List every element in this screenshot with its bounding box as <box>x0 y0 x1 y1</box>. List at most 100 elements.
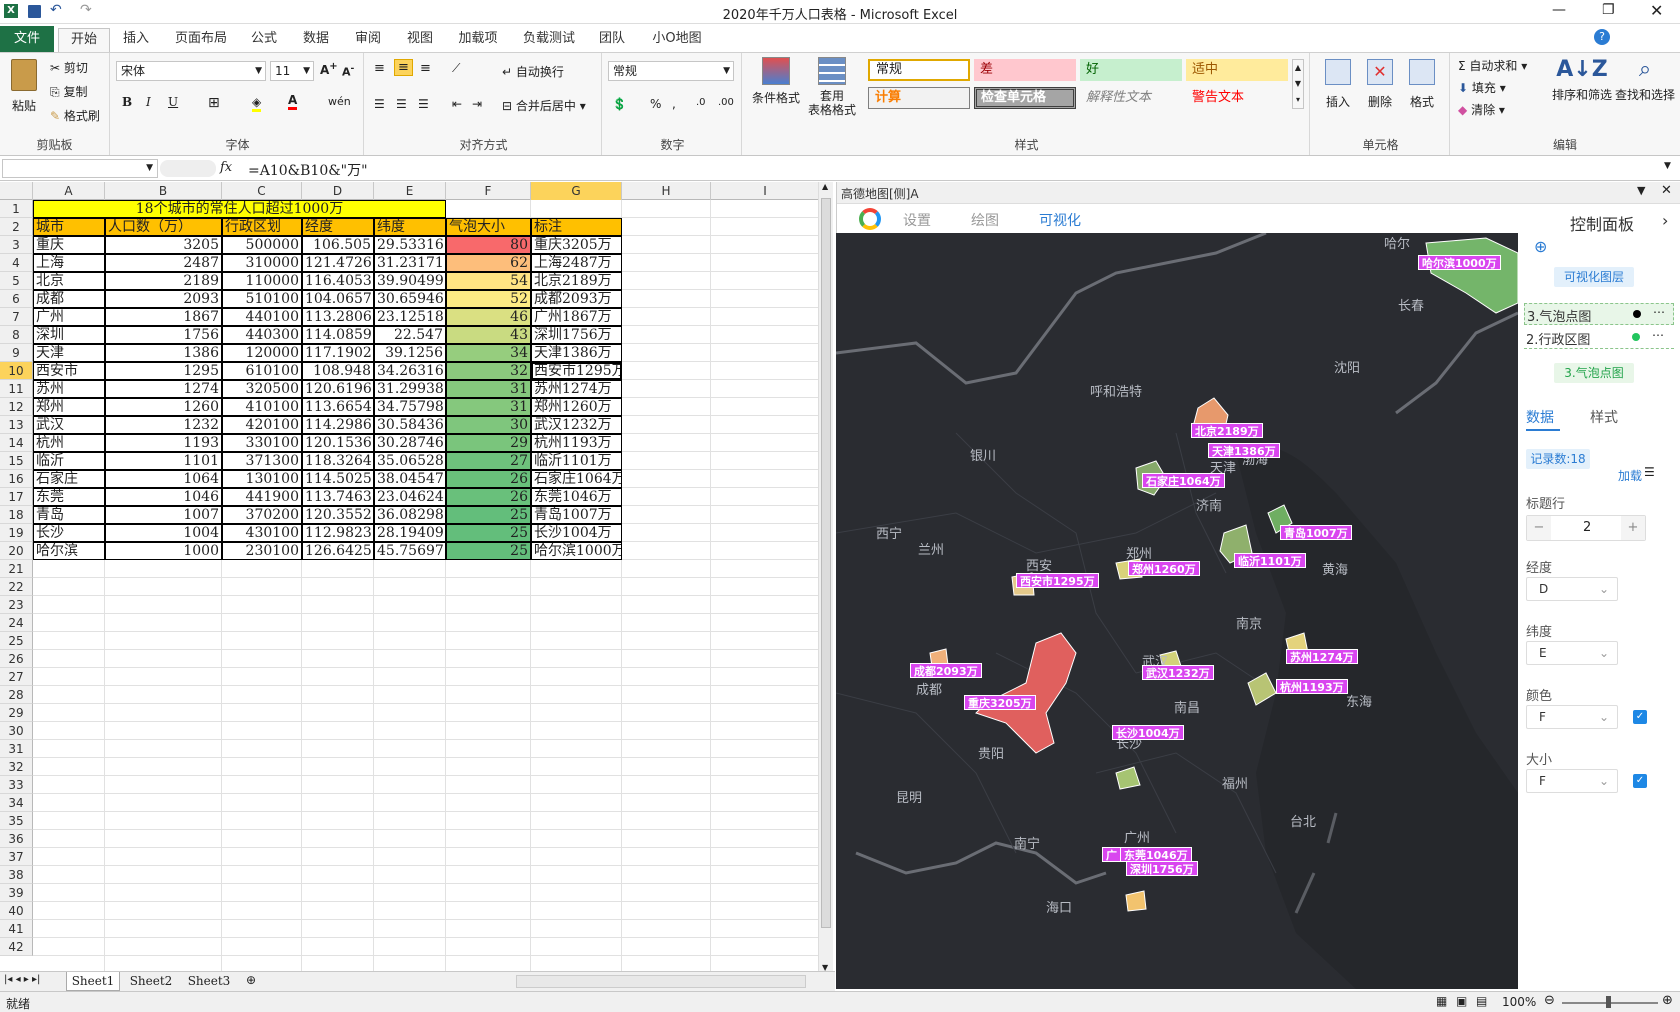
table-cell[interactable]: 1756 <box>105 326 222 344</box>
bubble-label[interactable]: 苏州1274万 <box>1286 649 1358 664</box>
tab-settings[interactable]: 设置 <box>903 210 931 230</box>
table-cell[interactable]: 410100 <box>222 398 302 416</box>
more-icon[interactable]: ⋯ <box>1653 305 1665 319</box>
tab-insert[interactable]: 插入 <box>116 28 156 52</box>
table-cell[interactable]: 25 <box>446 524 531 542</box>
italic-icon[interactable]: I <box>146 95 151 109</box>
row-header[interactable]: 41 <box>0 920 33 938</box>
header-cell[interactable]: 标注 <box>531 218 622 236</box>
table-cell[interactable]: 郑州 <box>33 398 105 416</box>
sort-filter-button[interactable]: A↓Z 排序和筛选 <box>1552 57 1612 103</box>
table-cell[interactable]: 郑州1260万 <box>531 398 622 416</box>
table-cell[interactable]: 46 <box>446 308 531 326</box>
table-cell[interactable]: 121.4726 <box>302 254 374 272</box>
close-icon[interactable]: ✕ <box>1650 1 1663 20</box>
zoom-out-icon[interactable]: ⊖ <box>1544 993 1555 1008</box>
table-cell[interactable]: 114.0859 <box>302 326 374 344</box>
table-cell[interactable]: 45.75697 <box>374 542 446 560</box>
table-cell[interactable]: 420100 <box>222 416 302 434</box>
clear-button[interactable]: ◆ 清除 ▾ <box>1458 101 1505 118</box>
row-header[interactable]: 27 <box>0 668 33 686</box>
table-cell[interactable]: 117.1902 <box>302 344 374 362</box>
header-cell[interactable]: 经度 <box>302 218 374 236</box>
row-header[interactable]: 4 <box>0 254 33 272</box>
table-cell[interactable]: 重庆 <box>33 236 105 254</box>
table-cell[interactable]: 杭州1193万 <box>531 434 622 452</box>
tab-data[interactable]: 数据 <box>1526 407 1554 427</box>
scroll-thumb[interactable] <box>821 198 831 928</box>
table-cell[interactable]: 31 <box>446 380 531 398</box>
bubble-label[interactable]: 临沂1101万 <box>1234 553 1306 568</box>
table-cell[interactable]: 1274 <box>105 380 222 398</box>
row-header[interactable]: 16 <box>0 470 33 488</box>
table-cell[interactable]: 104.0657 <box>302 290 374 308</box>
row-header[interactable]: 15 <box>0 452 33 470</box>
table-cell[interactable]: 370200 <box>222 506 302 524</box>
scroll-up-icon[interactable]: ▲ <box>822 182 828 191</box>
autosum-button[interactable]: Σ 自动求和 ▾ <box>1458 57 1527 74</box>
style-bad[interactable]: 差 <box>974 59 1076 81</box>
filter-icon[interactable]: ☰ <box>1644 465 1655 479</box>
table-cell[interactable]: 30.28746 <box>374 434 446 452</box>
column-header[interactable]: F <box>446 182 531 200</box>
table-cell[interactable]: 石家庄1064万 <box>531 470 622 488</box>
insert-cells-button[interactable]: 插入 <box>1320 59 1356 110</box>
table-cell[interactable]: 上海 <box>33 254 105 272</box>
table-cell[interactable]: 1295 <box>105 362 222 380</box>
bubble-label[interactable]: 长沙1004万 <box>1112 725 1184 740</box>
tab-page-layout[interactable]: 页面布局 <box>170 28 232 52</box>
table-cell[interactable]: 54 <box>446 272 531 290</box>
table-cell[interactable]: 1867 <box>105 308 222 326</box>
column-header[interactable]: D <box>302 182 374 200</box>
formula-input[interactable]: =A10&B10&"万" <box>248 160 368 180</box>
table-cell[interactable]: 120.1536 <box>302 434 374 452</box>
row-header[interactable]: 19 <box>0 524 33 542</box>
bold-icon[interactable]: B <box>122 95 132 109</box>
table-cell[interactable]: 广州1867万 <box>531 308 622 326</box>
orientation-icon[interactable]: ⟋ <box>452 61 460 76</box>
table-cell[interactable]: 临沂1101万 <box>531 452 622 470</box>
table-cell[interactable]: 120000 <box>222 344 302 362</box>
column-header[interactable]: E <box>374 182 446 200</box>
title-row-stepper[interactable]: − 2 + <box>1526 515 1646 541</box>
add-icon[interactable]: ⊕ <box>1534 237 1547 256</box>
table-cell[interactable]: 临沂 <box>33 452 105 470</box>
color-checkbox[interactable]: ✓ <box>1633 710 1647 724</box>
table-cell[interactable]: 苏州1274万 <box>531 380 622 398</box>
bubble-label[interactable]: 东莞1046万 <box>1120 847 1192 862</box>
spreadsheet-grid[interactable]: ABCDEFGHI 1 2 3 4 5 6 7 8 9 10 11 12 13 14 15 16 17 18 19 2… <box>0 182 820 972</box>
wrap-text-button[interactable]: ↵ 自动换行 <box>502 63 564 80</box>
layer-row-bubble[interactable]: 3.气泡点图 ⋯ <box>1524 303 1674 325</box>
table-cell[interactable]: 23.12518 <box>374 308 446 326</box>
plus-icon[interactable]: + <box>1621 516 1645 540</box>
row-header[interactable]: 10 <box>0 362 33 380</box>
bubble-label[interactable]: 郑州1260万 <box>1128 561 1200 576</box>
paste-button[interactable]: 粘贴 <box>6 59 42 114</box>
tab-team[interactable]: 团队 <box>592 28 632 52</box>
row-header[interactable]: 40 <box>0 902 33 920</box>
table-cell[interactable]: 25 <box>446 542 531 560</box>
vertical-scrollbar[interactable]: ▲ ▼ <box>818 182 833 972</box>
minimize-icon[interactable]: — <box>1552 2 1566 18</box>
grow-font-icon[interactable]: A+ <box>320 61 338 77</box>
style-warning[interactable]: 警告文本 <box>1186 87 1288 109</box>
table-cell[interactable]: 23.04624 <box>374 488 446 506</box>
tab-visualize[interactable]: 可视化 <box>1039 210 1081 230</box>
fill-button[interactable]: ⬇ 填充 ▾ <box>1458 79 1506 96</box>
table-cell[interactable]: 510100 <box>222 290 302 308</box>
table-cell[interactable]: 52 <box>446 290 531 308</box>
table-cell[interactable]: 重庆3205万 <box>531 236 622 254</box>
bubble-label[interactable]: 西安市1295万 <box>1016 573 1099 588</box>
formula-bar-toggle-icon[interactable] <box>160 160 216 177</box>
table-cell[interactable]: 长沙 <box>33 524 105 542</box>
normal-view-icon[interactable]: ▦ <box>1436 994 1447 1008</box>
align-right-icon[interactable]: ☰ <box>418 97 429 111</box>
row-header[interactable]: 39 <box>0 884 33 902</box>
table-cell[interactable]: 30.58436 <box>374 416 446 434</box>
table-cell[interactable]: 610100 <box>222 362 302 380</box>
font-color-icon[interactable]: A <box>288 93 298 110</box>
table-cell[interactable]: 28.19409 <box>374 524 446 542</box>
row-header[interactable]: 8 <box>0 326 33 344</box>
align-top-icon[interactable]: ≡ <box>374 61 385 76</box>
column-header[interactable]: A <box>33 182 105 200</box>
